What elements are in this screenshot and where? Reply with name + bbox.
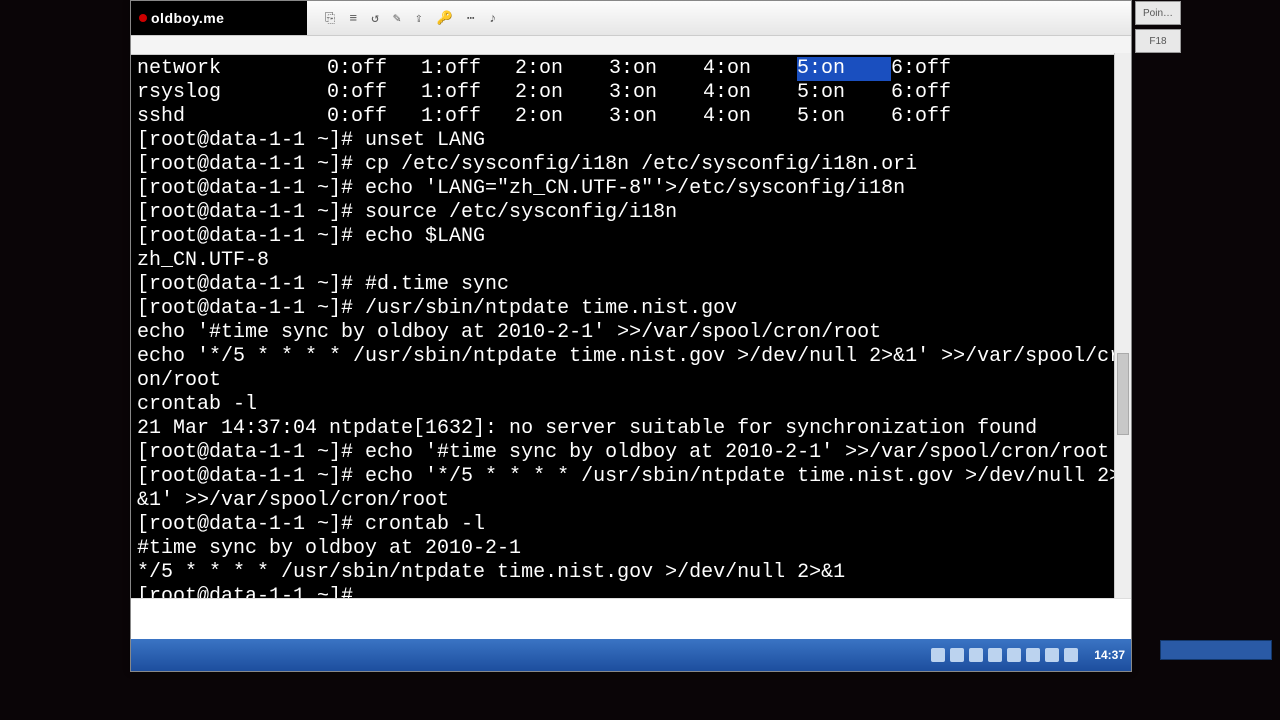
scrollbar[interactable] — [1114, 53, 1131, 611]
runlevel-4: 4:on — [703, 57, 797, 81]
prompt-line: [root@data-1-1 ~]# crontab -l — [137, 513, 1127, 537]
toolbar-icon-5[interactable]: 🔑 — [437, 11, 453, 26]
system-tray[interactable] — [931, 648, 1078, 662]
toolbar-icon-3[interactable]: ✎ — [393, 11, 401, 26]
toolbar-icon-1[interactable]: ≡ — [349, 11, 357, 26]
runlevel-2: 2:on — [515, 81, 609, 105]
scrollbar-thumb[interactable] — [1117, 353, 1129, 435]
service-name: rsyslog — [137, 81, 327, 105]
service-row: network0:off1:off2:on3:on4:on5:on6:off — [137, 57, 1127, 81]
output-line: echo '#time sync by oldboy at 2010-2-1' … — [137, 321, 1127, 345]
toolbar: ⎘ ≡ ↺ ✎ ⇪ 🔑 ⋯ ♪ — [307, 11, 1131, 26]
runlevel-4: 4:on — [703, 105, 797, 129]
toolbar-icon-4[interactable]: ⇪ — [415, 11, 423, 26]
control-points[interactable]: Poin… — [1135, 1, 1181, 25]
runlevel-0: 0:off — [327, 81, 421, 105]
control-f18[interactable]: F18 — [1135, 29, 1181, 53]
runlevel-3: 3:on — [609, 57, 703, 81]
tray-icon[interactable] — [969, 648, 983, 662]
side-widget[interactable] — [1160, 640, 1272, 660]
runlevel-6: 6:off — [891, 105, 985, 129]
runlevel-1: 1:off — [421, 57, 515, 81]
runlevel-3: 3:on — [609, 105, 703, 129]
runlevel-5: 5:on — [797, 105, 891, 129]
output-line: */5 * * * * /usr/sbin/ntpdate time.nist.… — [137, 561, 1127, 585]
logo: oldboy.me — [131, 1, 307, 35]
service-row: sshd0:off1:off2:on3:on4:on5:on6:off — [137, 105, 1127, 129]
runlevel-3: 3:on — [609, 81, 703, 105]
output-line: crontab -l — [137, 393, 1127, 417]
taskbar: 14:37 — [131, 639, 1131, 671]
toolbar-icon-6[interactable]: ⋯ — [467, 11, 475, 26]
logo-dot-icon — [139, 14, 147, 22]
tray-icon[interactable] — [1026, 648, 1040, 662]
runlevel-6: 6:off — [891, 81, 985, 105]
output-line: echo '*/5 * * * * /usr/sbin/ntpdate time… — [137, 345, 1127, 393]
output-line: zh_CN.UTF-8 — [137, 249, 1127, 273]
right-controls: Poin… F18 — [1135, 1, 1185, 57]
runlevel-4: 4:on — [703, 81, 797, 105]
tray-icon[interactable] — [1064, 648, 1078, 662]
prompt-line: [root@data-1-1 ~]# echo $LANG — [137, 225, 1127, 249]
toolbar-icon-0[interactable]: ⎘ — [325, 11, 335, 26]
tray-icon[interactable] — [931, 648, 945, 662]
output-line: 21 Mar 14:37:04 ntpdate[1632]: no server… — [137, 417, 1127, 441]
status-bar — [131, 598, 1131, 637]
toolbar-icon-7[interactable]: ♪ — [489, 11, 497, 26]
prompt-line: [root@data-1-1 ~]# echo '*/5 * * * * /us… — [137, 465, 1127, 513]
tray-icon[interactable] — [988, 648, 1002, 662]
terminal-window: Poin… F18 oldboy.me ⎘≡↺✎⇪🔑⋯♪ network0:of… — [130, 0, 1132, 672]
prompt-line: [root@data-1-1 ~]# source /etc/sysconfig… — [137, 201, 1127, 225]
output-line: #time sync by oldboy at 2010-2-1 — [137, 537, 1127, 561]
taskbar-clock: 14:37 — [1094, 648, 1125, 662]
terminal-output[interactable]: network0:off1:off2:on3:on4:on5:on6:offrs… — [131, 55, 1131, 611]
runlevel-5: 5:on — [797, 57, 891, 81]
tray-icon[interactable] — [1007, 648, 1021, 662]
tray-icon[interactable] — [1045, 648, 1059, 662]
tab-strip — [131, 36, 1131, 55]
prompt-line: [root@data-1-1 ~]# cp /etc/sysconfig/i18… — [137, 153, 1127, 177]
service-row: rsyslog0:off1:off2:on3:on4:on5:on6:off — [137, 81, 1127, 105]
runlevel-0: 0:off — [327, 57, 421, 81]
tray-icon[interactable] — [950, 648, 964, 662]
runlevel-2: 2:on — [515, 57, 609, 81]
runlevel-0: 0:off — [327, 105, 421, 129]
desktop: Poin… F18 oldboy.me ⎘ ≡ ↺ ✎ ⇪ 🔑 ⋯ ♪ network0:of… — [0, 0, 1280, 720]
prompt-line: [root@data-1-1 ~]# unset LANG — [137, 129, 1127, 153]
service-name: network — [137, 57, 327, 81]
prompt-line: [root@data-1-1 ~]# /usr/sbin/ntpdate tim… — [137, 297, 1127, 321]
titlebar: oldboy.me ⎘ ≡ ↺ ✎ ⇪ 🔑 ⋯ ♪ — [131, 1, 1131, 36]
logo-text: oldboy.me — [151, 10, 224, 26]
runlevel-5: 5:on — [797, 81, 891, 105]
toolbar-icon-2[interactable]: ↺ — [371, 11, 379, 26]
runlevel-2: 2:on — [515, 105, 609, 129]
prompt-line: [root@data-1-1 ~]# #d.time sync — [137, 273, 1127, 297]
runlevel-6: 6:off — [891, 57, 985, 81]
runlevel-1: 1:off — [421, 81, 515, 105]
service-name: sshd — [137, 105, 327, 129]
prompt-line: [root@data-1-1 ~]# echo 'LANG="zh_CN.UTF… — [137, 177, 1127, 201]
runlevel-1: 1:off — [421, 105, 515, 129]
prompt-line: [root@data-1-1 ~]# echo '#time sync by o… — [137, 441, 1127, 465]
